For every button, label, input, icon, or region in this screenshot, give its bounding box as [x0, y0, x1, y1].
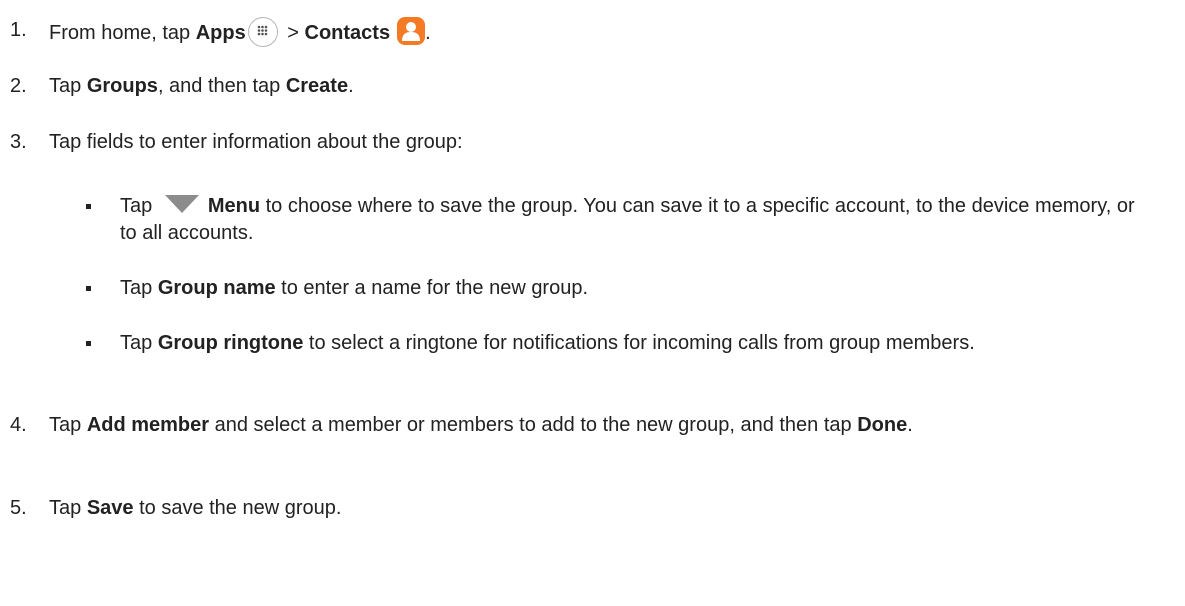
step-text: Tap Add member and select a member or me… — [49, 414, 913, 436]
bullet-marker — [86, 286, 91, 291]
bullet-marker — [86, 204, 91, 209]
step-text: Tap Groups, and then tap Create. — [49, 75, 354, 97]
apps-grid-icon — [247, 17, 278, 47]
contacts-label: Contacts — [304, 22, 391, 44]
step-5: 5. Tap Save to save the new group. — [10, 495, 1145, 522]
step-1: 1. From home, tap Apps > Contacts. — [10, 17, 1145, 47]
bullet-text: Tap Group ringtone to select a ringtone … — [120, 332, 975, 354]
bullet-marker — [86, 341, 91, 346]
bullet-text: Tap Menu to choose where to save the gro… — [120, 194, 1135, 244]
step-2: 2. Tap Groups, and then tap Create. — [10, 73, 1145, 100]
bullet-item-menu: Tap Menu to choose where to save the gro… — [86, 193, 1145, 247]
step-number: 2. — [10, 75, 27, 97]
bullet-item-group-ringtone: Tap Group ringtone to select a ringtone … — [86, 330, 1145, 357]
bullet-text: Tap Group name to enter a name for the n… — [120, 277, 589, 299]
step-text: Tap Save to save the new group. — [49, 497, 342, 519]
instruction-page: 1. From home, tap Apps > Contacts. 2. Ta… — [0, 0, 1185, 606]
step-number: 5. — [10, 497, 27, 519]
step-3: 3. Tap fields to enter information about… — [10, 129, 1145, 156]
bullet-item-group-name: Tap Group name to enter a name for the n… — [86, 275, 1145, 302]
step-number: 3. — [10, 131, 27, 153]
step-number: 4. — [10, 414, 27, 436]
step-text: From home, tap Apps > Contacts. — [49, 17, 1145, 47]
step-number: 1. — [10, 19, 27, 41]
contacts-person-icon — [397, 17, 426, 45]
step-4: 4. Tap Add member and select a member or… — [10, 412, 1145, 439]
step-text: Tap fields to enter information about th… — [49, 131, 463, 153]
menu-triangle-icon — [164, 194, 200, 214]
apps-label: Apps — [195, 22, 246, 44]
